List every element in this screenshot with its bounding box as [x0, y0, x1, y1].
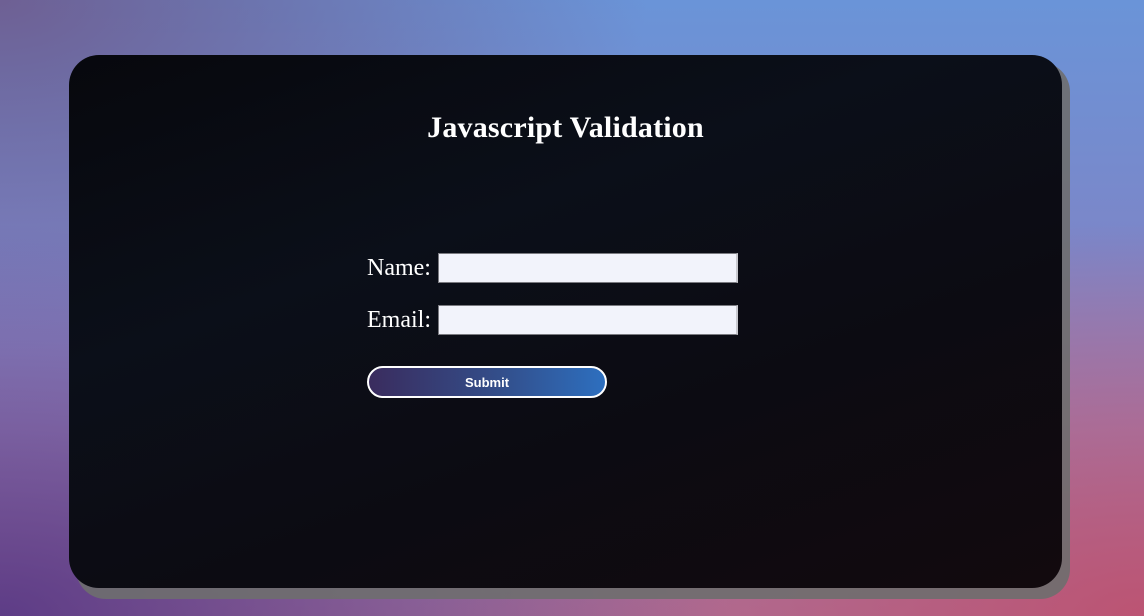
name-row: Name:: [367, 252, 738, 284]
name-input[interactable]: [437, 253, 738, 283]
page-title: Javascript Validation: [427, 111, 704, 144]
submit-button[interactable]: Submit: [367, 366, 607, 398]
validation-form: Name: Email: Submit: [367, 252, 738, 398]
name-label: Name:: [367, 254, 431, 281]
email-input[interactable]: [437, 305, 738, 335]
email-label: Email:: [367, 306, 431, 333]
form-card: Javascript Validation Name: Email: Submi…: [69, 55, 1062, 588]
email-row: Email:: [367, 304, 738, 336]
